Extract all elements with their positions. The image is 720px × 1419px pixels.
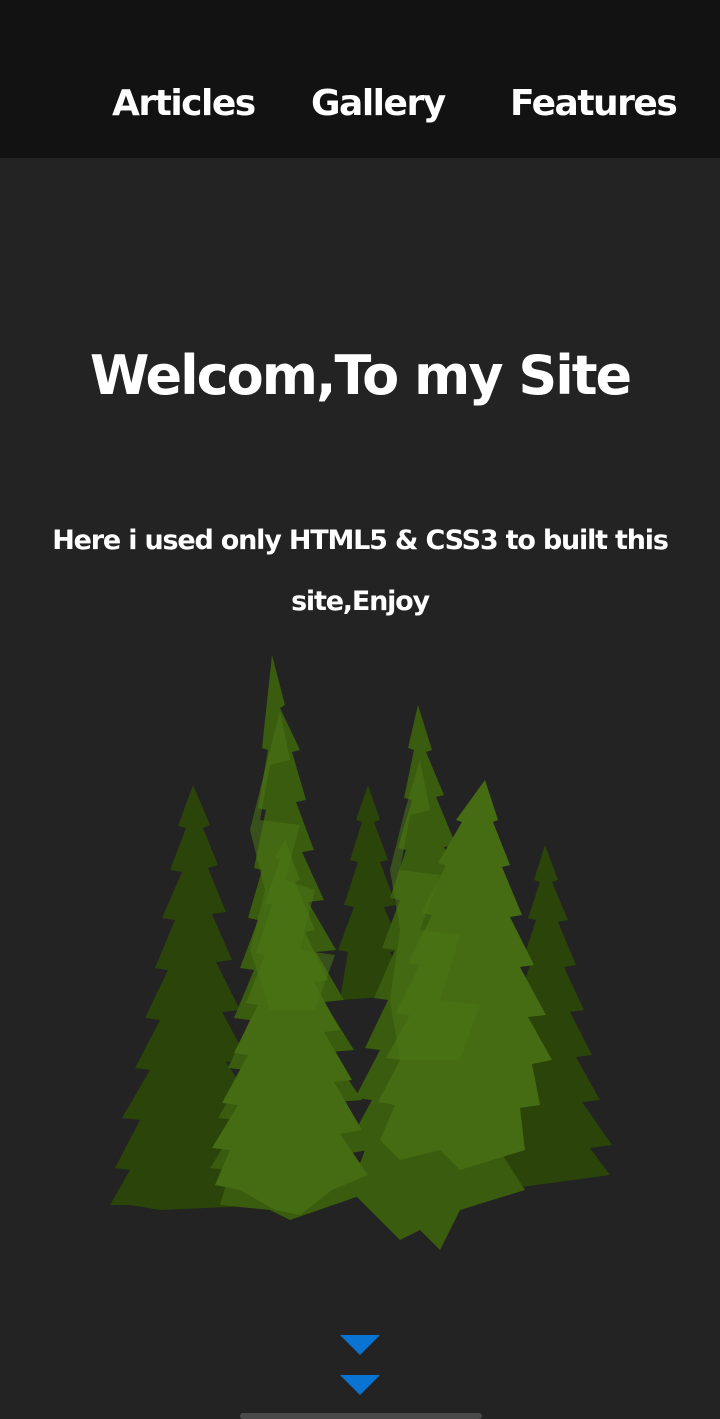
nav-link-features[interactable]: Features (510, 78, 678, 130)
home-indicator (240, 1413, 482, 1419)
nav-link-articles[interactable]: Articles (112, 78, 256, 130)
nav-link-gallery[interactable]: Gallery (311, 78, 446, 130)
hero-text: Here i used only HTML5 & CSS3 to built t… (52, 525, 669, 617)
chevron-down-icon[interactable] (340, 1375, 380, 1395)
top-navbar: Articles Gallery Features (0, 0, 720, 158)
hero-title: Welcom,To my Site (89, 344, 632, 407)
pine-forest-illustration (110, 655, 612, 1250)
chevron-down-icon[interactable] (340, 1335, 380, 1355)
